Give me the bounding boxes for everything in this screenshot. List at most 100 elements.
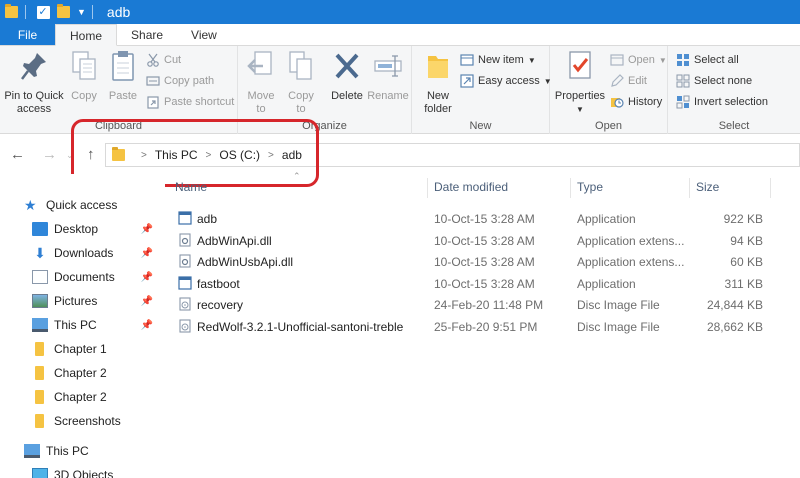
chevron-right-icon[interactable]: > [141, 150, 147, 161]
open-group: Properties ▼ Open ▼ Edit History Open [550, 46, 668, 134]
select-all-icon [677, 54, 689, 66]
easy-access-icon [460, 74, 474, 88]
move-to-button[interactable]: Move to [244, 50, 278, 116]
select-none-button[interactable]: Select none [676, 74, 752, 88]
back-arrow-icon[interactable]: ← [10, 146, 25, 163]
nav-downloads[interactable]: ⬇ Downloads 📌 [32, 242, 165, 264]
pin-icon[interactable]: 📌 [141, 272, 153, 283]
nav-chapter-2-second[interactable]: Chapter 2 [32, 386, 165, 408]
dll-gear-icon [179, 233, 191, 247]
select-group-label: Select [718, 120, 750, 132]
new-folder-quick-icon[interactable] [55, 4, 71, 20]
breadcrumb-this-pc[interactable]: This PC [155, 148, 198, 162]
edit-button[interactable]: Edit [610, 74, 647, 88]
new-item-icon [460, 54, 474, 66]
properties-quick-icon[interactable]: ✓ [35, 4, 51, 20]
cut-button[interactable]: Cut [146, 53, 181, 67]
quick-access-toolbar-dropdown-icon[interactable]: ▼ [77, 7, 86, 17]
nav-screenshots[interactable]: Screenshots [32, 410, 165, 432]
forward-arrow-icon[interactable]: → [42, 146, 57, 163]
paste-button[interactable]: Paste [105, 50, 141, 103]
address-bar[interactable]: > This PC > OS (C:) > adb [105, 143, 800, 167]
chevron-right-icon[interactable]: > [206, 150, 212, 161]
column-header-name[interactable]: Name [175, 180, 207, 194]
pin-icon[interactable]: 📌 [141, 248, 153, 259]
open-button[interactable]: Open ▼ [610, 53, 667, 67]
nav-pictures[interactable]: Pictures 📌 [32, 290, 165, 312]
nav-this-pc-quick[interactable]: This PC 📌 [32, 314, 165, 336]
select-none-icon [676, 74, 690, 88]
history-icon [611, 98, 624, 108]
column-divider[interactable] [427, 178, 428, 198]
file-list: ⌃ Name Date modified Type Size adb 10-Oc… [165, 171, 800, 478]
nav-chapter-1[interactable]: Chapter 1 [32, 338, 165, 360]
tab-file[interactable]: File [0, 24, 55, 45]
breadcrumb-os-c[interactable]: OS (C:) [219, 148, 260, 162]
application-icon [178, 211, 192, 225]
pin-to-quick-access-button[interactable]: Pin to Quick access [3, 50, 65, 116]
tab-home[interactable]: Home [55, 24, 118, 46]
file-row[interactable]: fastboot 10-Oct-15 3:28 AM Application 3… [165, 273, 800, 294]
file-row[interactable]: AdbWinApi.dll 10-Oct-15 3:28 AM Applicat… [165, 230, 800, 251]
history-button[interactable]: History [610, 95, 662, 109]
download-arrow-icon: ⬇ [34, 245, 46, 261]
new-item-button[interactable]: New item ▼ [460, 53, 536, 67]
recent-locations-chevron-icon[interactable]: ⌄ [66, 150, 74, 161]
copy-icon [72, 51, 96, 80]
column-header-type[interactable]: Type [577, 180, 603, 194]
new-folder-button[interactable]: New folder [418, 50, 458, 116]
properties-check-icon [569, 51, 591, 79]
column-divider[interactable] [770, 178, 771, 198]
chevron-down-icon: ▼ [576, 105, 584, 114]
column-header-size[interactable]: Size [696, 180, 719, 194]
ribbon-tabs: File Home Share View [0, 24, 800, 46]
file-row[interactable]: AdbWinUsbApi.dll 10-Oct-15 3:28 AM Appli… [165, 251, 800, 272]
properties-button[interactable]: Properties ▼ [552, 50, 608, 116]
folder-icon [35, 366, 44, 380]
pin-icon[interactable]: 📌 [141, 224, 153, 235]
tab-share[interactable]: Share [117, 24, 177, 45]
delete-x-icon [335, 53, 359, 79]
navigation-pane: ★ Quick access Desktop 📌 ⬇ Downloads 📌 D… [0, 174, 165, 478]
nav-this-pc[interactable]: This PC [24, 440, 165, 462]
folder-icon [3, 4, 19, 20]
paste-shortcut-button[interactable]: Paste shortcut [146, 95, 234, 109]
column-header-date[interactable]: Date modified [434, 180, 508, 194]
copy-button[interactable]: Copy [66, 50, 102, 103]
copy-to-icon [289, 51, 312, 80]
application-icon [178, 276, 192, 290]
file-row[interactable]: recovery 24-Feb-20 11:48 PM Disc Image F… [165, 294, 800, 315]
file-row[interactable]: RedWolf-3.2.1-Unofficial-santoni-treble … [165, 316, 800, 337]
nav-3d-objects[interactable]: 3D Objects [32, 464, 165, 478]
invert-selection-icon [676, 95, 690, 109]
up-arrow-icon[interactable]: ↑ [87, 146, 95, 163]
file-row[interactable]: adb 10-Oct-15 3:28 AM Application 922 KB [165, 208, 800, 229]
new-group-label: New [469, 120, 492, 132]
desktop-icon [32, 222, 48, 236]
column-divider[interactable] [570, 178, 571, 198]
separator [91, 5, 93, 19]
cube-icon [32, 468, 48, 478]
ribbon: Pin to Quick access Copy Paste Cut Copy … [0, 46, 800, 134]
pin-icon[interactable]: 📌 [141, 320, 153, 331]
delete-button[interactable]: Delete [328, 50, 366, 103]
new-folder-icon [428, 56, 448, 78]
open-group-label: Open [595, 120, 622, 132]
pin-icon[interactable]: 📌 [141, 296, 153, 307]
organize-group: Move to Copy to Delete Rename Organize [238, 46, 412, 134]
disc-image-icon [179, 297, 191, 311]
select-all-button[interactable]: Select all [676, 53, 739, 67]
column-divider[interactable] [689, 178, 690, 198]
easy-access-button[interactable]: Easy access ▼ [460, 74, 552, 88]
invert-selection-button[interactable]: Invert selection [676, 95, 768, 109]
rename-button[interactable]: Rename [366, 50, 410, 103]
nav-documents[interactable]: Documents 📌 [32, 266, 165, 288]
organize-group-label: Organize [302, 120, 347, 132]
tab-view[interactable]: View [177, 24, 231, 45]
nav-chapter-2[interactable]: Chapter 2 [32, 362, 165, 384]
breadcrumb-adb[interactable]: adb [282, 148, 302, 162]
nav-desktop[interactable]: Desktop 📌 [32, 218, 165, 240]
chevron-right-icon[interactable]: > [268, 150, 274, 161]
copy-path-button[interactable]: Copy path [146, 74, 214, 88]
copy-to-button[interactable]: Copy to [284, 50, 318, 116]
